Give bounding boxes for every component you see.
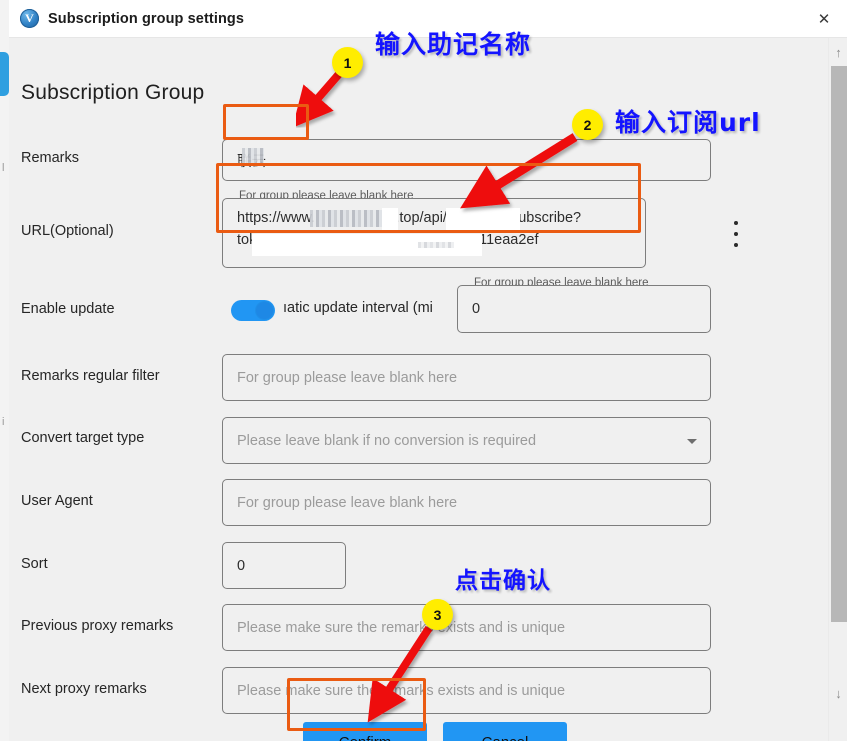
label-convert-target: Convert target type — [21, 430, 145, 446]
url-input-line1: https://www. y.top/api//subscribe? — [237, 207, 631, 229]
chevron-down-icon — [687, 438, 697, 444]
dialog-title: Subscription group settings — [48, 10, 245, 27]
page-title: Subscription Group — [21, 81, 205, 104]
form-content: Subscription Group Remarks 联云 URL(Option… — [9, 38, 828, 741]
url-input[interactable]: https://www.y.top/api//subscribe? token=… — [222, 198, 646, 268]
url-wipe-1 — [382, 208, 398, 230]
url-redaction-token — [418, 242, 454, 248]
update-interval-group: For group please leave blank here 0 — [457, 277, 711, 333]
user-agent-input[interactable]: For group please leave blank here — [222, 479, 711, 526]
remarks-filter-input[interactable]: For group please leave blank here — [222, 354, 711, 401]
subscription-group-settings-dialog: Subscription group settings ✕ Subscripti… — [9, 0, 847, 741]
convert-target-placeholder: Please leave blank if no conversion is r… — [237, 432, 537, 449]
url-redaction-host — [310, 210, 382, 227]
background-window-accent-bar — [0, 52, 9, 96]
url-field-group: For group please leave blank here https:… — [222, 190, 646, 268]
remarks-filter-placeholder: For group please leave blank here — [237, 369, 458, 386]
next-proxy-input[interactable]: Please make sure the remarks exists and … — [222, 667, 711, 714]
remarks-input[interactable]: 联云 — [222, 139, 711, 181]
label-remarks-filter: Remarks regular filter — [21, 368, 160, 384]
more-options-icon[interactable] — [727, 221, 745, 247]
user-agent-placeholder: For group please leave blank here — [237, 494, 458, 511]
previous-proxy-input[interactable]: Please make sure the remarks exists and … — [222, 604, 711, 651]
toggle-knob — [255, 301, 274, 320]
label-sort: Sort — [21, 556, 48, 572]
scroll-up-arrow-icon[interactable]: ↑ — [829, 40, 847, 64]
label-url: URL(Optional) — [21, 223, 114, 239]
update-interval-value: 0 — [472, 301, 481, 317]
convert-target-select[interactable]: Please leave blank if no conversion is r… — [222, 417, 711, 464]
scroll-down-arrow-icon[interactable]: ↓ — [829, 681, 847, 705]
v2rayn-logo-icon — [20, 9, 39, 28]
cancel-button[interactable]: Cancel — [443, 722, 567, 741]
vertical-scrollbar[interactable]: ↑ ↓ — [828, 38, 847, 741]
dialog-body: Subscription Group Remarks 联云 URL(Option… — [9, 38, 847, 741]
url-wipe-2 — [446, 208, 520, 230]
auto-update-interval-label: ıatic update interval (mi — [283, 300, 433, 316]
scrollbar-thumb[interactable] — [831, 66, 847, 622]
label-enable-update: Enable update — [21, 301, 115, 317]
enable-update-toggle[interactable] — [231, 300, 275, 321]
dialog-titlebar[interactable]: Subscription group settings ✕ — [9, 0, 847, 38]
close-icon[interactable]: ✕ — [801, 0, 847, 38]
sort-input[interactable]: 0 — [222, 542, 346, 589]
label-next-proxy: Next proxy remarks — [21, 681, 147, 697]
url-scheme-host-prefix: https://www. — [237, 210, 316, 226]
label-user-agent: User Agent — [21, 493, 93, 509]
previous-proxy-placeholder: Please make sure the remarks exists and … — [237, 619, 566, 636]
update-interval-input[interactable]: 0 — [457, 285, 711, 333]
sort-value: 0 — [237, 557, 246, 574]
label-remarks: Remarks — [21, 150, 80, 166]
label-previous-proxy: Previous proxy remarks — [21, 618, 174, 634]
remarks-redaction — [242, 148, 264, 166]
confirm-button[interactable]: Confirm — [303, 722, 427, 741]
next-proxy-placeholder: Please make sure the remarks exists and … — [237, 682, 566, 699]
